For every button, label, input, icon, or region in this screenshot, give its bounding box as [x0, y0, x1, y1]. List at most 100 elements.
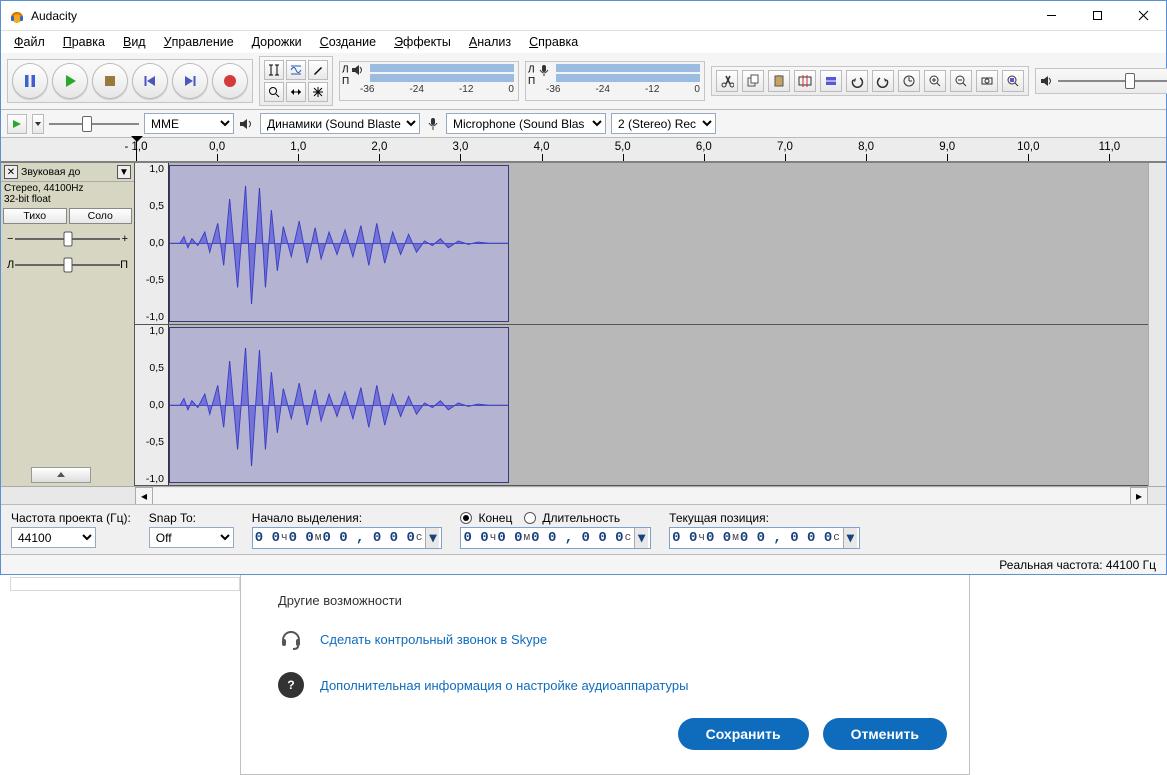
- dropdown-icon[interactable]: ▾: [425, 528, 439, 548]
- tools-panel: [259, 56, 333, 106]
- selection-start-field[interactable]: 0 0ч0 0м0 0 , 0 0 0с▾: [252, 527, 443, 549]
- skip-start-button[interactable]: [132, 63, 168, 99]
- radio-length[interactable]: [524, 512, 536, 524]
- solo-button[interactable]: Соло: [69, 208, 133, 224]
- test-call-link[interactable]: Сделать контрольный звонок в Skype: [320, 632, 547, 647]
- stop-button[interactable]: [92, 63, 128, 99]
- playhead-icon: [136, 138, 138, 161]
- zoom-tool[interactable]: [264, 82, 284, 102]
- sync-button[interactable]: [898, 70, 920, 92]
- selection-start-label: Начало выделения:: [252, 511, 443, 525]
- play-button[interactable]: [52, 63, 88, 99]
- mini-play-button[interactable]: [7, 114, 27, 134]
- speaker-icon: [351, 64, 365, 76]
- redo-button[interactable]: [872, 70, 894, 92]
- silence-icon: [824, 74, 838, 88]
- end-label: Конец: [478, 511, 512, 525]
- dropdown-icon[interactable]: ▾: [843, 528, 857, 548]
- track-name: Звуковая до: [21, 166, 114, 178]
- skip-end-button[interactable]: [172, 63, 208, 99]
- track-pan-slider[interactable]: ЛП: [9, 254, 126, 276]
- audacity-window: Audacity ФайлПравкаВидУправлениеДорожкиС…: [0, 0, 1167, 575]
- track-gain-slider[interactable]: −+: [9, 228, 126, 250]
- envelope-tool[interactable]: [286, 60, 306, 80]
- draw-tool[interactable]: [308, 60, 328, 80]
- audio-clip[interactable]: [169, 165, 509, 322]
- track-close-button[interactable]: ✕: [4, 165, 18, 179]
- ruler-tick: 5,0: [615, 141, 631, 153]
- record-button[interactable]: [212, 63, 248, 99]
- undo-icon: [850, 74, 864, 88]
- ruler-tick: 1,0: [290, 141, 306, 153]
- zoom-fit-icon: [980, 74, 994, 88]
- track-collapse-button[interactable]: [31, 467, 91, 483]
- zoom-out-button[interactable]: [950, 70, 972, 92]
- zoom-in-button[interactable]: [924, 70, 946, 92]
- menu-создание[interactable]: Создание: [311, 31, 385, 53]
- app-title: Audacity: [31, 9, 77, 23]
- audio-clip[interactable]: [169, 327, 509, 484]
- waveform-area[interactable]: 1,00,50,0-0,5-1,0 1,00,50,0-0,5-1,0: [135, 163, 1148, 486]
- paste-button[interactable]: [768, 70, 790, 92]
- playback-speed-slider[interactable]: [49, 115, 139, 133]
- zoom-sel-button[interactable]: [1002, 70, 1024, 92]
- horizontal-scrollbar[interactable]: ◂▸: [1, 486, 1166, 504]
- minimize-button[interactable]: [1028, 1, 1074, 31]
- menu-управление[interactable]: Управление: [155, 31, 243, 53]
- mini-play-dropdown[interactable]: [32, 114, 44, 134]
- microphone-icon: [425, 117, 441, 131]
- tracks-area: ✕ Звуковая до ▼ Стерео, 44100Hz 32-bit f…: [1, 162, 1166, 486]
- track-menu-button[interactable]: ▼: [117, 165, 131, 179]
- project-rate-label: Частота проекта (Гц):: [11, 511, 131, 525]
- timeline-ruler[interactable]: - 1,00,01,02,03,04,05,06,07,08,09,010,01…: [1, 138, 1166, 162]
- paste-icon: [772, 74, 786, 88]
- audio-position-field[interactable]: 0 0ч0 0м0 0 , 0 0 0с▾: [669, 527, 860, 549]
- snap-to-select[interactable]: Off: [149, 527, 234, 548]
- playback-meter[interactable]: Л П -36-24-120: [339, 61, 519, 101]
- cancel-button[interactable]: Отменить: [823, 718, 947, 750]
- pause-button[interactable]: [12, 63, 48, 99]
- menu-дорожки[interactable]: Дорожки: [243, 31, 311, 53]
- cut-button[interactable]: [716, 70, 738, 92]
- maximize-button[interactable]: [1074, 1, 1120, 31]
- ruler-tick: 0,0: [209, 141, 225, 153]
- dropdown-icon[interactable]: ▾: [634, 528, 648, 548]
- selection-tool[interactable]: [264, 60, 284, 80]
- menu-анализ[interactable]: Анализ: [460, 31, 520, 53]
- device-toolbar: MME Динамики (Sound Blaste Microphone (S…: [1, 110, 1166, 138]
- trim-button[interactable]: [794, 70, 816, 92]
- timeshift-tool[interactable]: [286, 82, 306, 102]
- vertical-scrollbar[interactable]: [1148, 163, 1166, 486]
- recording-meter[interactable]: Л П -36-24-120: [525, 61, 705, 101]
- menu-справка[interactable]: Справка: [520, 31, 587, 53]
- project-rate-select[interactable]: 44100: [11, 527, 96, 548]
- output-device-select[interactable]: Динамики (Sound Blaste: [260, 113, 420, 134]
- channels-select[interactable]: 2 (Stereo) Rec: [611, 113, 716, 134]
- save-button[interactable]: Сохранить: [678, 718, 809, 750]
- multi-tool[interactable]: [308, 82, 328, 102]
- edit-panel: [711, 66, 1029, 96]
- selection-end-field[interactable]: 0 0ч0 0м0 0 , 0 0 0с▾: [460, 527, 651, 549]
- more-info-link[interactable]: Дополнительная информация о настройке ау…: [320, 678, 688, 693]
- copy-icon: [746, 74, 760, 88]
- silence-button[interactable]: [820, 70, 842, 92]
- menu-вид[interactable]: Вид: [114, 31, 155, 53]
- menu-эффекты[interactable]: Эффекты: [385, 31, 460, 53]
- actual-rate-value: 44100 Гц: [1106, 558, 1156, 572]
- radio-end[interactable]: [460, 512, 472, 524]
- position-label: Текущая позиция:: [669, 511, 860, 525]
- host-api-select[interactable]: MME: [144, 113, 234, 134]
- ruler-tick: 4,0: [534, 141, 550, 153]
- mute-button[interactable]: Тихо: [3, 208, 67, 224]
- copy-button[interactable]: [742, 70, 764, 92]
- title-bar: Audacity: [1, 1, 1166, 31]
- zoom-fit-button[interactable]: [976, 70, 998, 92]
- microphone-icon: [537, 64, 551, 76]
- undo-button[interactable]: [846, 70, 868, 92]
- menu-файл[interactable]: Файл: [5, 31, 54, 53]
- playback-volume-slider[interactable]: [1058, 72, 1167, 90]
- input-device-select[interactable]: Microphone (Sound Blas: [446, 113, 606, 134]
- menu-правка[interactable]: Правка: [54, 31, 114, 53]
- options-dialog: Другие возможности Сделать контрольный з…: [240, 575, 970, 775]
- close-button[interactable]: [1120, 1, 1166, 31]
